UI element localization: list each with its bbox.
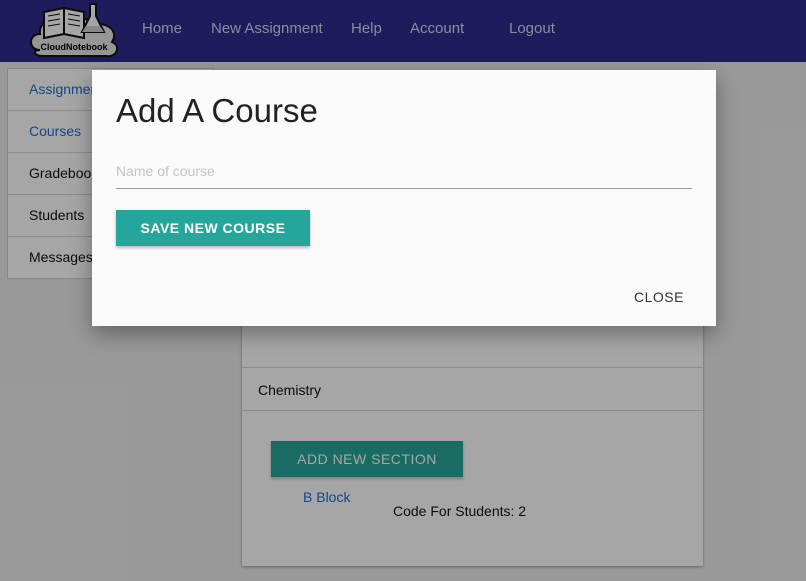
course-name-input[interactable] bbox=[116, 154, 692, 189]
add-course-modal: Add A Course SAVE NEW COURSE CLOSE bbox=[92, 70, 716, 326]
close-button[interactable]: CLOSE bbox=[623, 287, 695, 307]
save-new-course-button[interactable]: SAVE NEW COURSE bbox=[116, 210, 310, 246]
modal-title: Add A Course bbox=[116, 92, 318, 129]
